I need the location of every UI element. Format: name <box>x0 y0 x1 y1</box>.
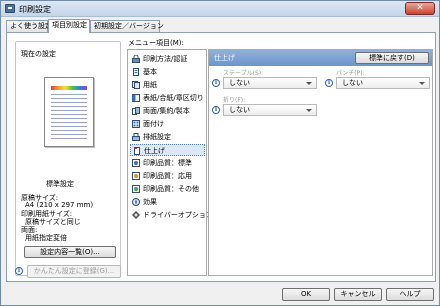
tab-content-panel: 現在の設定 標準設定 原稿サイズ: A4 (210 x 297 mm) 印刷用紙… <box>6 32 436 282</box>
print-settings-window: 印刷設定 ✕ よく使う設定 項目別設定 初期設定／バージョン 現在の設定 標準設… <box>0 0 440 306</box>
profile-name: 標準設定 <box>46 180 74 188</box>
menu-item-quality-advanced[interactable]: 印刷品質：応用 <box>130 170 205 182</box>
gear-icon <box>132 211 140 219</box>
menu-item-basic[interactable]: 基本 <box>130 66 205 78</box>
paper-icon <box>132 81 140 89</box>
menu-item-quality-other[interactable]: 印刷品質：その他 <box>130 183 205 195</box>
document-icon <box>132 68 140 76</box>
staple-value: しない <box>229 79 250 87</box>
close-button[interactable]: ✕ <box>405 2 435 15</box>
cover-icon <box>132 94 140 102</box>
fold-value: しない <box>229 106 250 114</box>
printer-icon <box>5 4 15 13</box>
menu-item-imposition[interactable]: 面付け <box>130 118 205 130</box>
effect-icon <box>132 198 140 206</box>
menu-item-output[interactable]: 排紙設定 <box>130 131 205 143</box>
menu-item-quality-standard[interactable]: 印刷品質：標準 <box>130 157 205 169</box>
info-icon: i <box>15 267 23 275</box>
menu-item-list[interactable]: 印刷方法/認証 基本 用紙 表紙/合紙/章区切り 両面/集約/製本 面付け 排紙… <box>127 49 213 276</box>
tab-favorites[interactable]: よく使う設定 <box>6 20 52 32</box>
quality-icon <box>132 159 140 167</box>
finishing-icon <box>133 147 141 155</box>
chevron-down-icon <box>306 109 312 112</box>
imposition-icon <box>132 120 140 128</box>
menu-items-label: メニュー項目(M): <box>128 39 184 47</box>
color-bar <box>51 86 87 90</box>
cancel-button[interactable]: キャンセル <box>334 288 382 301</box>
menu-item-print-method[interactable]: 印刷方法/認証 <box>130 53 205 65</box>
staple-label: ステープル(S): <box>223 70 264 77</box>
punch-value: しない <box>342 79 363 87</box>
window-title: 印刷設定 <box>19 5 51 14</box>
quality-advanced-icon <box>132 172 140 180</box>
staple-info-icon[interactable]: i <box>212 79 220 87</box>
menu-item-paper[interactable]: 用紙 <box>130 79 205 91</box>
duplex-icon <box>132 107 140 115</box>
output-tray-icon <box>132 133 140 141</box>
staple-select[interactable]: しない <box>223 77 317 89</box>
chevron-down-icon <box>306 82 312 85</box>
tab-detailed-settings[interactable]: 項目別設定 <box>48 19 90 33</box>
punch-info-icon[interactable]: i <box>325 79 333 87</box>
punch-select[interactable]: しない <box>336 77 430 89</box>
lock-print-icon <box>132 54 140 63</box>
tab-defaults-version[interactable]: 初期設定／バージョン <box>90 20 164 32</box>
punch-label: パンチ(P): <box>336 70 365 77</box>
menu-item-effect[interactable]: 効果 <box>130 196 205 208</box>
fold-label: 折り(F): <box>223 97 246 104</box>
title-bar[interactable]: 印刷設定 ✕ <box>1 1 439 17</box>
quality-other-icon <box>132 185 140 193</box>
fold-info-icon[interactable]: i <box>212 106 220 114</box>
reset-defaults-button[interactable]: 標準に戻す(D) <box>355 52 429 64</box>
menu-item-driver-options[interactable]: ドライバーオプション <box>130 209 213 221</box>
register-quick-setting-button[interactable]: かんたん設定に登録(G)... <box>27 265 121 278</box>
menu-item-duplex[interactable]: 両面/集約/製本 <box>130 105 205 117</box>
help-button[interactable]: ヘルプ <box>386 288 434 301</box>
fold-select[interactable]: しない <box>223 104 317 116</box>
finishing-settings-pane: 仕上げ 標準に戻す(D) ステープル(S): i しない パンチ(P): i し… <box>208 49 433 276</box>
menu-item-finishing[interactable]: 仕上げ <box>130 144 205 156</box>
chevron-down-icon <box>419 82 425 85</box>
settings-preview-image <box>44 77 94 147</box>
detail-paper-size-value: A4 (210 x 297 mm) <box>25 201 94 209</box>
current-settings-group: 現在の設定 標準設定 原稿サイズ: A4 (210 x 297 mm) 印刷用紙… <box>15 41 121 276</box>
menu-item-cover[interactable]: 表紙/合紙/章区切り <box>130 92 205 104</box>
settings-title: 仕上げ <box>214 54 235 62</box>
detail-duplex-value: 用紙指定変倍 <box>25 234 67 242</box>
ok-button[interactable]: OK <box>282 288 330 301</box>
current-settings-heading: 現在の設定 <box>21 50 56 58</box>
view-settings-list-button[interactable]: 設定内容一覧(O)... <box>24 246 116 258</box>
